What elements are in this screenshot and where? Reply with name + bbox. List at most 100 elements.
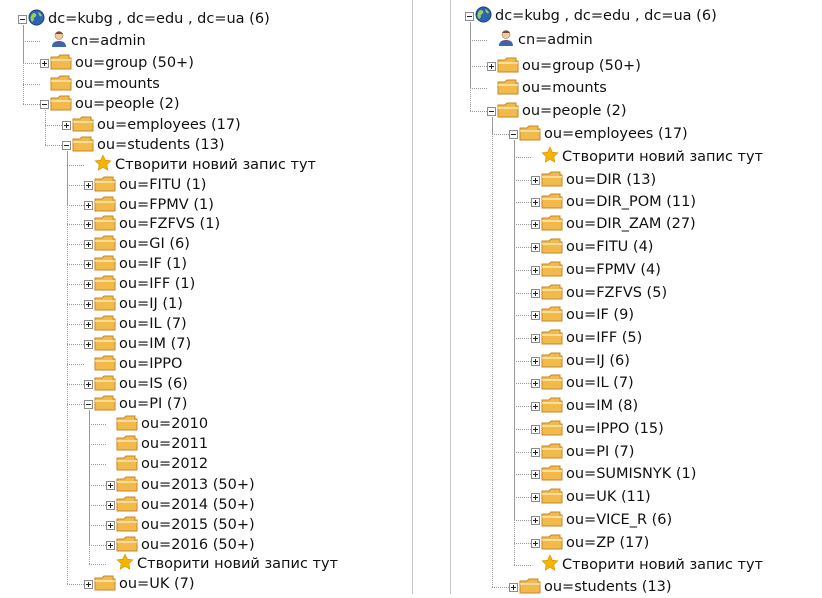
node-label[interactable]: ou=students (13) [544,579,672,595]
node-label[interactable]: ou=2013 (50+) [141,477,255,493]
expand-icon[interactable] [106,520,115,530]
left-node-fzfvs[interactable]: ou=FZFVS (1) [84,214,220,234]
node-label[interactable]: ou=students (13) [97,137,225,153]
node-label[interactable]: ou=PI (7) [566,444,634,460]
expand-icon[interactable] [106,500,115,510]
expand-icon[interactable] [84,180,93,190]
collapse-icon[interactable] [62,140,71,150]
node-label[interactable]: ou=UK (7) [119,576,194,592]
expand-icon[interactable] [531,265,540,275]
node-label[interactable]: ou=2012 [141,456,208,472]
expand-icon[interactable] [531,515,540,525]
node-label[interactable]: ou=2016 (50+) [141,537,255,553]
collapse-icon[interactable] [40,99,49,109]
expand-icon[interactable] [531,378,540,388]
expand-icon[interactable] [84,339,93,349]
node-label[interactable]: dc=kubg , dc=edu , dc=ua (6) [48,11,270,27]
left-node-mounts[interactable]: ou=mounts [40,74,160,94]
left-node-students[interactable]: ou=students (13) [62,135,225,155]
node-label[interactable]: ou=IJ (6) [566,353,630,369]
expand-icon[interactable] [531,492,540,502]
expand-icon[interactable] [84,319,93,329]
node-label[interactable]: ou=IL (7) [566,375,634,391]
node-label[interactable]: ou=2015 (50+) [141,517,255,533]
right-node-uk[interactable]: ou=UK (11) [531,487,651,507]
left-node-y2011[interactable]: ou=2011 [106,434,208,454]
node-label[interactable]: ou=FITU (1) [119,177,206,193]
node-label[interactable]: Створити новий запис тут [562,149,763,165]
node-label[interactable]: ou=FPMV (4) [566,262,661,278]
left-node-create-new-1[interactable]: Створити новий запис тут [84,154,316,175]
left-node-if[interactable]: ou=IF (1) [84,254,187,274]
node-label[interactable]: ou=FZFVS (1) [119,216,220,232]
node-label[interactable]: ou=IF (1) [119,256,187,272]
collapse-icon[interactable] [465,11,474,21]
node-label[interactable]: ou=people (2) [522,103,627,119]
right-node-admin[interactable]: cn=admin [487,30,593,50]
node-label[interactable]: cn=admin [518,32,593,48]
expand-icon[interactable] [531,219,540,229]
left-node-is[interactable]: ou=IS (6) [84,374,188,394]
right-node-create-new-2[interactable]: Створити новий запис тут [531,554,763,575]
left-node-pi[interactable]: ou=PI (7) [84,394,187,414]
right-node-sumisnyk[interactable]: ou=SUMISNYK (1) [531,464,696,484]
right-node-create-new-1[interactable]: Створити новий запис тут [531,146,763,167]
node-label[interactable]: ou=IJ (1) [119,296,183,312]
expand-icon[interactable] [487,61,496,71]
node-label[interactable]: ou=group (50+) [75,55,194,71]
expand-icon[interactable] [84,279,93,289]
right-node-pi[interactable]: ou=PI (7) [531,442,634,462]
left-node-people[interactable]: ou=people (2) [40,94,180,114]
right-node-dir[interactable]: ou=DIR (13) [531,170,656,190]
left-node-root[interactable]: dc=kubg , dc=edu , dc=ua (6) [18,9,270,29]
node-label[interactable]: ou=mounts [75,76,160,92]
expand-icon[interactable] [531,197,540,207]
right-node-iff[interactable]: ou=IFF (5) [531,328,642,348]
right-node-fpmv[interactable]: ou=FPMV (4) [531,260,661,280]
node-label[interactable]: ou=IM (8) [566,398,638,414]
node-label[interactable]: ou=IFF (5) [566,330,642,346]
left-node-uk[interactable]: ou=UK (7) [84,574,194,594]
left-node-iff[interactable]: ou=IFF (1) [84,274,195,294]
expand-icon[interactable] [531,538,540,548]
left-node-create-new-2[interactable]: Створити новий запис тут [106,553,338,574]
node-label[interactable]: ou=2010 [141,416,208,432]
right-node-ippo[interactable]: ou=IPPO (15) [531,419,664,439]
expand-icon[interactable] [531,333,540,343]
node-label[interactable]: cn=admin [71,33,146,49]
expand-icon[interactable] [84,200,93,210]
node-label[interactable]: ou=SUMISNYK (1) [566,466,696,482]
node-label[interactable]: Створити новий запис тут [137,556,338,572]
expand-icon[interactable] [531,288,540,298]
collapse-icon[interactable] [509,129,518,139]
expand-icon[interactable] [531,401,540,411]
left-node-im[interactable]: ou=IM (7) [84,334,191,354]
right-node-dir-pom[interactable]: ou=DIR_POM (11) [531,192,696,212]
node-label[interactable]: ou=VICE_R (6) [566,512,672,528]
node-label[interactable]: ou=GI (6) [119,236,190,252]
expand-icon[interactable] [106,540,115,550]
expand-icon[interactable] [531,175,540,185]
right-node-fzfvs[interactable]: ou=FZFVS (5) [531,283,667,303]
left-node-ij[interactable]: ou=IJ (1) [84,294,183,314]
node-label[interactable]: ou=mounts [522,80,607,96]
node-label[interactable]: Створити новий запис тут [115,157,316,173]
left-node-y2015[interactable]: ou=2015 (50+) [106,515,255,535]
expand-icon[interactable] [509,582,518,592]
right-node-students[interactable]: ou=students (13) [509,577,672,597]
node-label[interactable]: ou=DIR (13) [566,172,656,188]
right-node-vice-r[interactable]: ou=VICE_R (6) [531,510,672,530]
left-node-group[interactable]: ou=group (50+) [40,53,194,73]
right-node-ij[interactable]: ou=IJ (6) [531,351,630,371]
left-node-employees[interactable]: ou=employees (17) [62,115,241,135]
node-label[interactable]: ou=group (50+) [522,58,641,74]
left-node-fitu[interactable]: ou=FITU (1) [84,175,206,195]
expand-icon[interactable] [531,310,540,320]
node-label[interactable]: ou=PI (7) [119,396,187,412]
collapse-icon[interactable] [18,14,27,24]
node-label[interactable]: ou=IF (9) [566,307,634,323]
node-label[interactable]: Створити новий запис тут [562,557,763,573]
expand-icon[interactable] [84,579,93,589]
node-label[interactable]: ou=FITU (4) [566,239,653,255]
node-label[interactable]: ou=FZFVS (5) [566,285,667,301]
